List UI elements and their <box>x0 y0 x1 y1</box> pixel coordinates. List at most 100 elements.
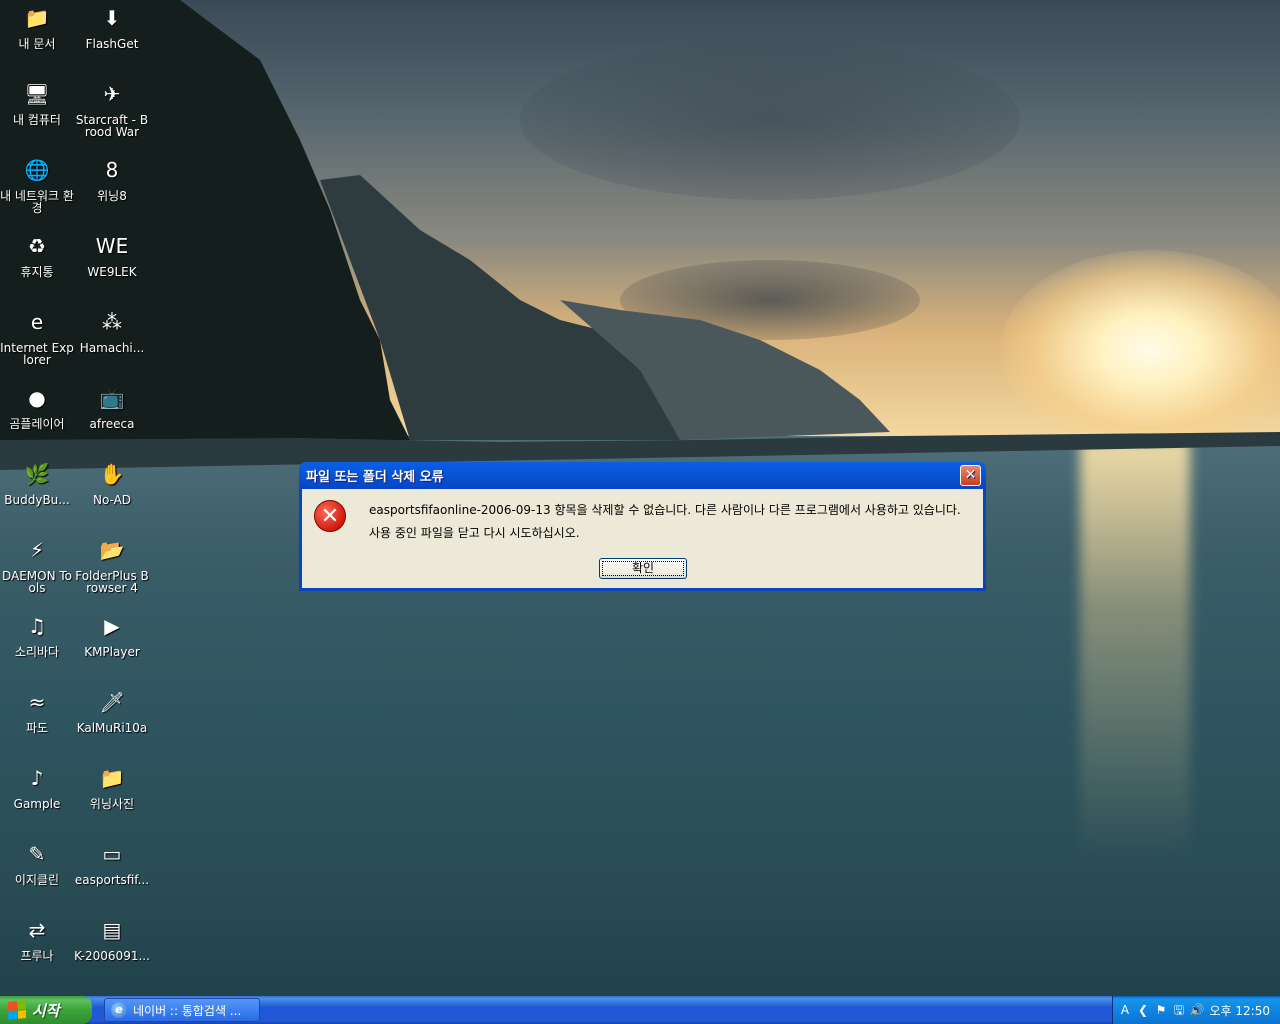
desktop-icon-label: Gample <box>13 797 61 811</box>
gample-icon: ♪ <box>30 766 44 790</box>
taskbar-item-naver[interactable]: e 네이버 :: 통합검색 ... <box>104 998 260 1022</box>
my-computer-icon: 🖥 <box>24 82 50 106</box>
desktop-icon[interactable]: ✎ 이지클린 <box>0 838 75 886</box>
desktop-icon[interactable]: ● 곰플레이어 <box>0 382 75 430</box>
daemon-tools-icon: ⚡ <box>29 538 45 562</box>
desktop-icon[interactable]: ♪ Gample <box>0 762 75 810</box>
taskbar-clock[interactable]: 오후 12:50 <box>1210 1002 1270 1019</box>
desktop-icon-label: 내 네트워크 환경 <box>0 189 74 215</box>
afreeca-icon: 📺 <box>99 386 125 410</box>
desktop-icon-label: 곰플레이어 <box>9 417 65 431</box>
desktop-icon-label: 내 컴퓨터 <box>13 113 61 127</box>
dialog-message: easportsfifaonline-2006-09-13 항목을 삭제할 수 … <box>369 499 961 545</box>
soribada-icon: ♫ <box>28 614 46 638</box>
desktop-icon[interactable]: 📺 afreeca <box>74 382 150 430</box>
start-button[interactable]: 시작 <box>0 996 92 1024</box>
desktop-icon-label: WE9LEK <box>87 265 137 279</box>
desktop-icon[interactable]: ≈ 파도 <box>0 686 75 734</box>
desktop-icon[interactable]: ⬇ FlashGet <box>74 2 150 50</box>
desktop-icon[interactable]: ♻ 휴지통 <box>0 230 75 278</box>
gom-player-icon: ● <box>28 386 46 410</box>
desktop-icon-label: 위닝사진 <box>89 797 135 811</box>
pado-icon: ≈ <box>28 690 46 714</box>
hamachi-icon: ⁂ <box>102 310 122 334</box>
windows-flag-icon <box>8 1000 26 1020</box>
desktop-icon-label: Starcraft - Brood War <box>75 113 149 139</box>
desktop-icon-label: 이지클린 <box>14 873 60 887</box>
network-places-icon: 🌐 <box>24 158 50 182</box>
dialog-body: ✕ easportsfifaonline-2006-09-13 항목을 삭제할 … <box>302 489 983 588</box>
desktop-icon[interactable]: 🌿 BuddyBu... <box>0 458 75 506</box>
flashget-icon: ⬇ <box>103 6 121 30</box>
tray-expand-icon[interactable]: ❮ <box>1135 1002 1151 1018</box>
buddybuddy-icon: 🌿 <box>24 462 50 486</box>
desktop-icon-label: Hamachi... <box>79 341 145 355</box>
desktop-icon-label: 휴지통 <box>20 265 54 279</box>
desktop-icon[interactable]: 🌐 내 네트워크 환경 <box>0 154 75 214</box>
desktop-icon-label: 파도 <box>25 721 49 735</box>
desktop-icon[interactable]: ⇄ 프루나 <box>0 914 75 962</box>
easyclean-icon: ✎ <box>28 842 46 866</box>
internet-explorer-icon: e <box>111 1002 127 1018</box>
desktop-icon[interactable]: 🖥 내 컴퓨터 <box>0 78 75 126</box>
easportsfifa-icon: ▭ <box>102 842 122 866</box>
recycle-bin-icon: ♻ <box>28 234 46 258</box>
desktop-icon[interactable]: 📁 내 문서 <box>0 2 75 50</box>
desktop-icon[interactable]: ✈ Starcraft - Brood War <box>74 78 150 138</box>
desktop-icon[interactable]: 📂 FolderPlus Browser 4 <box>74 534 150 594</box>
we9lek-icon: WE <box>95 234 129 258</box>
desktop-icon[interactable]: e Internet Explorer <box>0 306 75 366</box>
internet-explorer-icon: e <box>30 310 44 334</box>
desktop-icon[interactable]: ♫ 소리바다 <box>0 610 75 658</box>
my-documents-icon: 📁 <box>24 6 50 30</box>
pruna-icon: ⇄ <box>28 918 46 942</box>
desktop-icon[interactable]: ▭ easportsfif... <box>74 838 150 886</box>
dialog-titlebar[interactable]: 파일 또는 폴더 삭제 오류 ✕ <box>302 462 983 489</box>
desktop-icon[interactable]: ▶ KMPlayer <box>74 610 150 658</box>
desktop-icon-label: KMPlayer <box>84 645 140 659</box>
no-ad-icon: ✋ <box>99 462 125 486</box>
desktop-icon[interactable]: 🗡 KalMuRi10a <box>74 686 150 734</box>
desktop-icon-label: DAEMON Tools <box>1 569 73 595</box>
desktop-icon[interactable]: 8 위닝8 <box>74 154 150 202</box>
desktop-icon-label: FlashGet <box>85 37 139 51</box>
starcraft-icon: ✈ <box>103 82 121 106</box>
desktop-icon[interactable]: 📁 위닝사진 <box>74 762 150 810</box>
error-dialog: 파일 또는 폴더 삭제 오류 ✕ ✕ easportsfifaonline-20… <box>299 462 986 591</box>
dialog-title: 파일 또는 폴더 삭제 오류 <box>306 470 444 485</box>
winning8-icon: 8 <box>105 158 119 182</box>
close-button[interactable]: ✕ <box>960 465 981 486</box>
desktop-icon-label: 프루나 <box>20 949 54 963</box>
tray-ime-icon[interactable]: A <box>1117 1002 1133 1018</box>
desktop-icon-label: KalMuRi10a <box>76 721 148 735</box>
tray-network-icon[interactable]: 🖫 <box>1171 1002 1187 1018</box>
k2006-file-icon: ▤ <box>102 918 122 942</box>
desktop-icon-label: No-AD <box>92 493 132 507</box>
desktop-icon[interactable]: ⁂ Hamachi... <box>74 306 150 354</box>
error-icon: ✕ <box>314 500 346 532</box>
folderplus-icon: 📂 <box>99 538 125 562</box>
dialog-message-line2: 사용 중인 파일을 닫고 다시 시도하십시오. <box>369 526 580 540</box>
tray-volume-icon[interactable]: 🔊 <box>1189 1002 1205 1018</box>
desktop-icon-label: afreeca <box>89 417 135 431</box>
ok-button[interactable]: 확인 <box>599 558 687 579</box>
desktop-icon-label: FolderPlus Browser 4 <box>75 569 149 595</box>
desktop-icon-label: BuddyBu... <box>4 493 70 507</box>
dialog-message-line1: easportsfifaonline-2006-09-13 항목을 삭제할 수 … <box>369 503 961 517</box>
desktop-icon[interactable]: WE WE9LEK <box>74 230 150 278</box>
taskbar: 시작 e 네이버 :: 통합검색 ... A ❮ ⚑ 🖫 🔊 오후 12:50 <box>0 996 1280 1024</box>
desktop-icon-label: Internet Explorer <box>0 341 74 367</box>
desktop-icon-label: 소리바다 <box>14 645 60 659</box>
desktop-icon[interactable]: ✋ No-AD <box>74 458 150 506</box>
kmplayer-icon: ▶ <box>104 614 120 638</box>
desktop-icon[interactable]: ▤ K-2006091... <box>74 914 150 962</box>
desktop-icon[interactable]: ⚡ DAEMON Tools <box>0 534 75 594</box>
desktop-icon-label: easportsfif... <box>74 873 150 887</box>
tray-flag-icon[interactable]: ⚑ <box>1153 1002 1169 1018</box>
desktop-icon-label: 위닝8 <box>97 189 127 203</box>
desktop-icon-label: K-2006091... <box>74 949 150 963</box>
desktop-icon-label: 내 문서 <box>18 37 56 51</box>
kalmuri-icon: 🗡 <box>99 690 125 714</box>
winning-photos-folder-icon: 📁 <box>99 766 125 790</box>
system-tray: A ❮ ⚑ 🖫 🔊 오후 12:50 <box>1112 996 1280 1024</box>
